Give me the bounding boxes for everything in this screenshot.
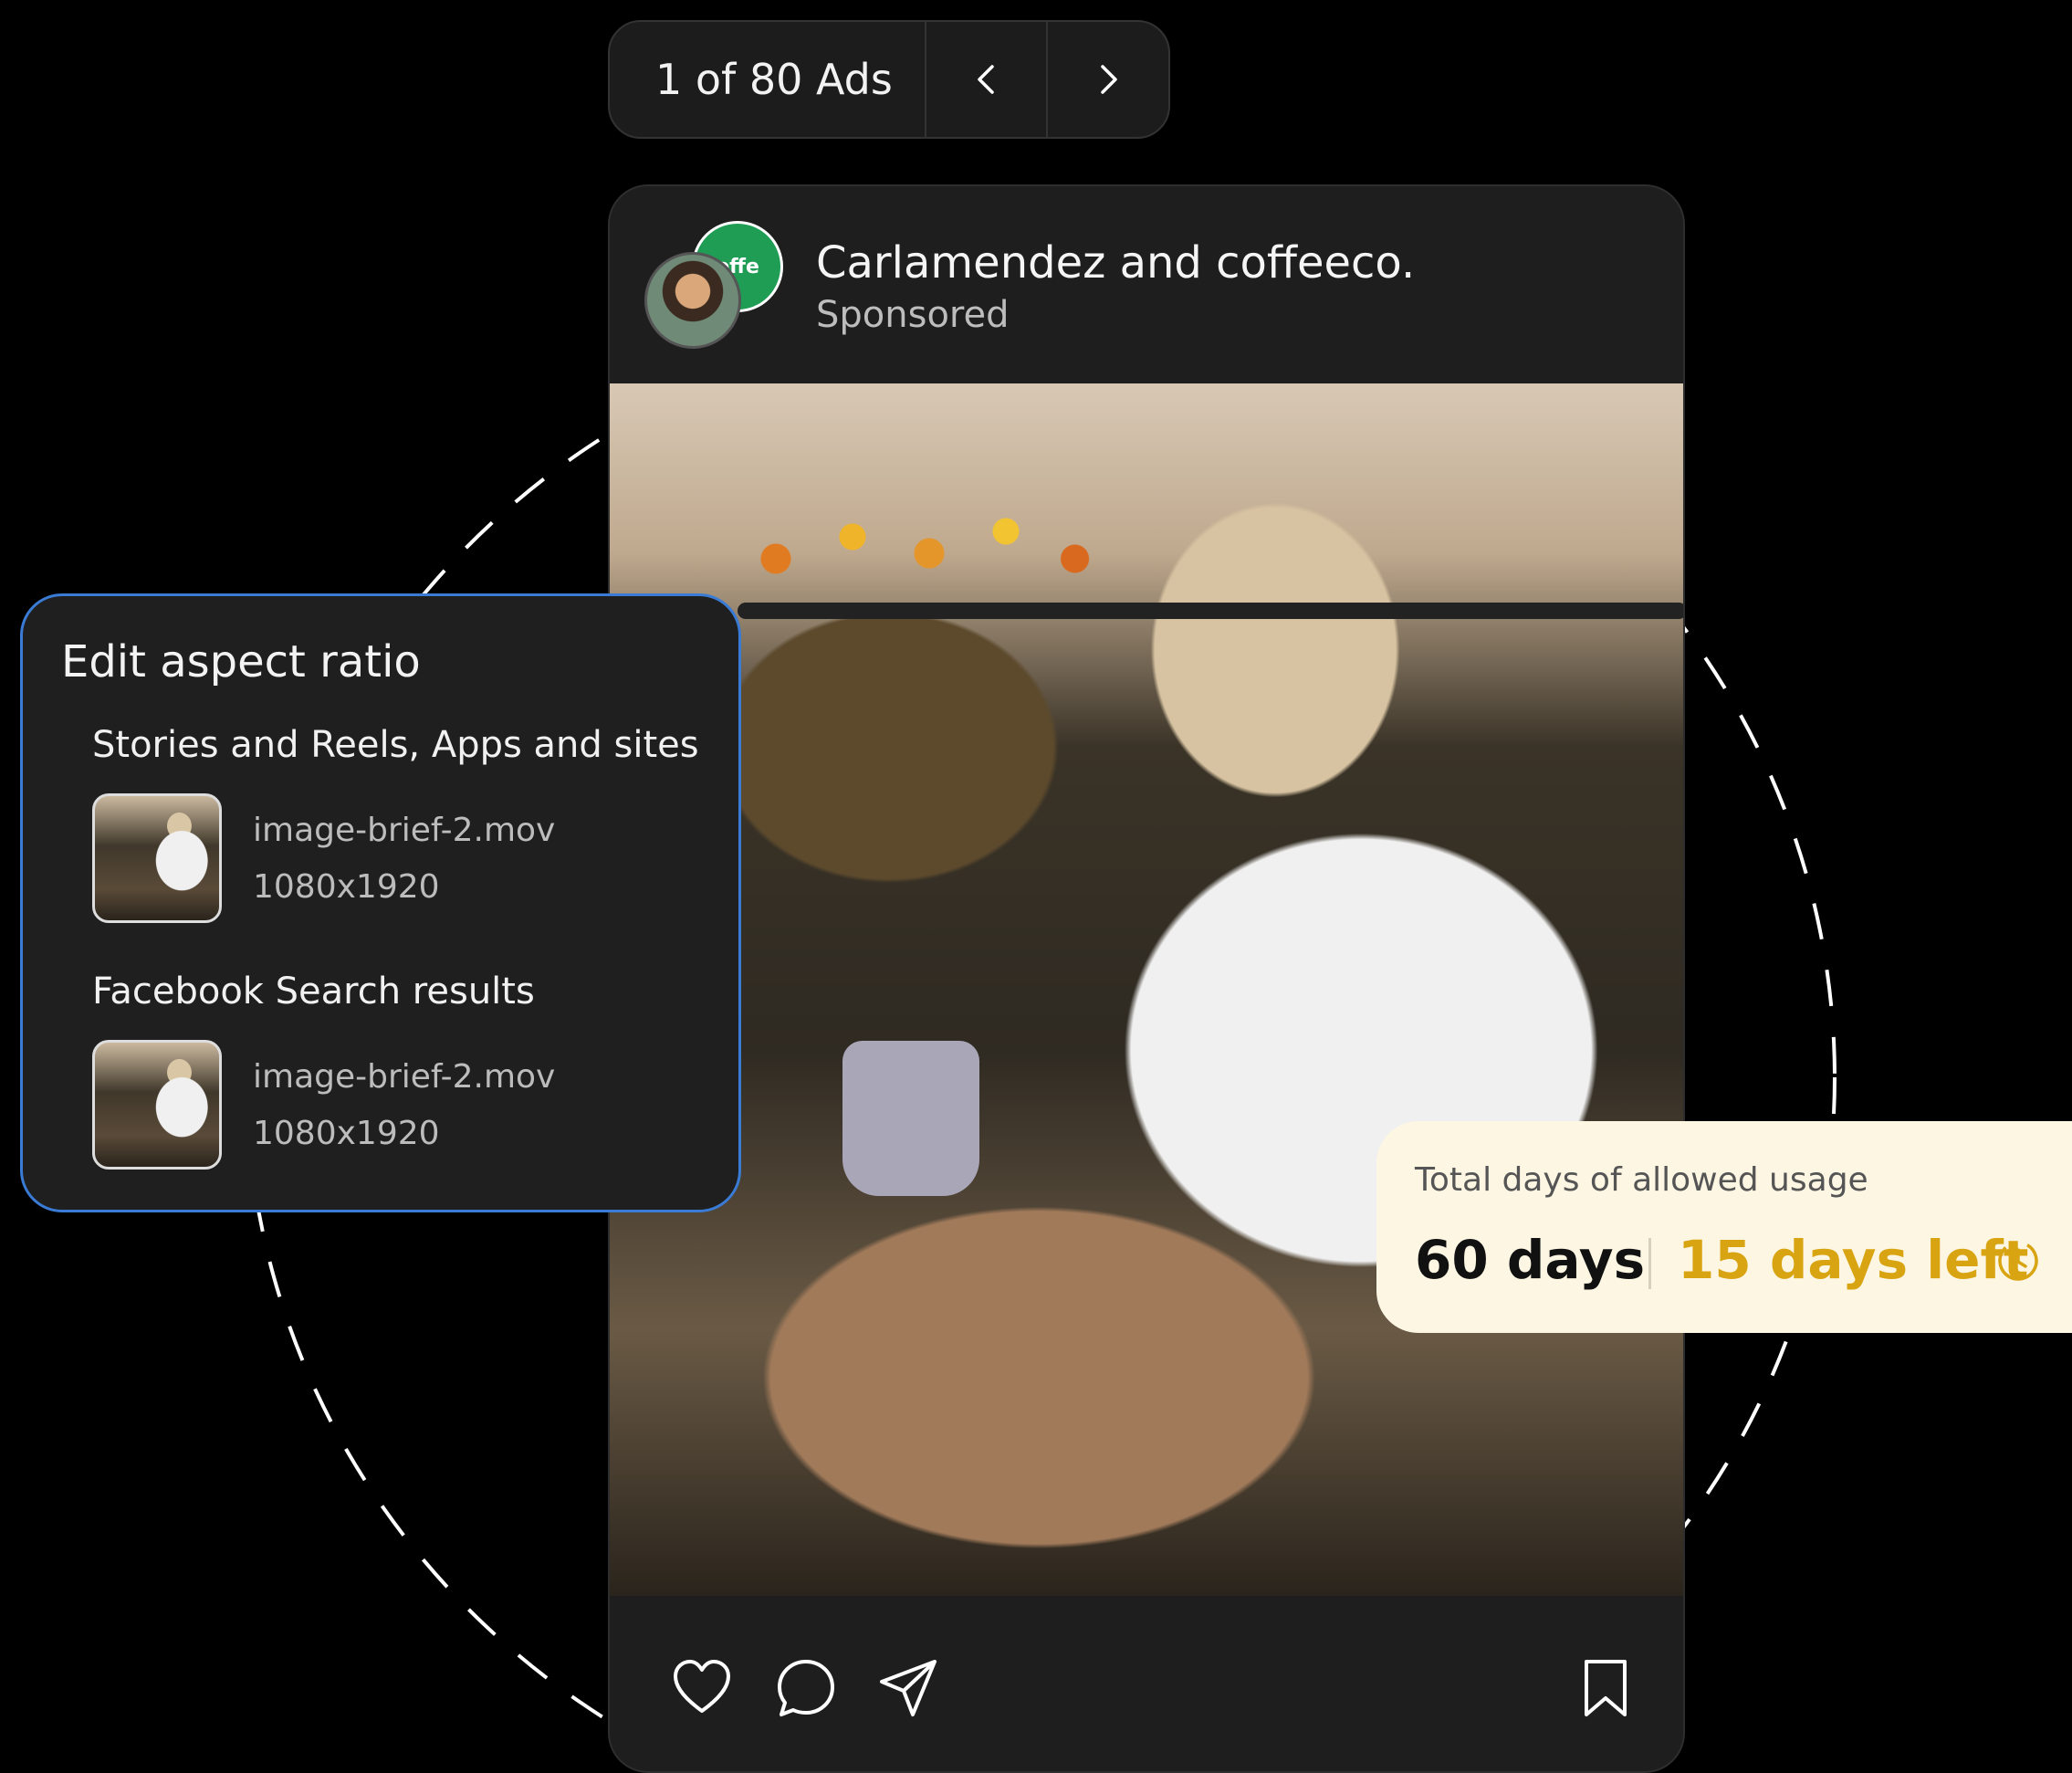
file-dimensions: 1080x1920 [253,1115,440,1152]
comment-button[interactable] [774,1656,838,1720]
share-button[interactable] [876,1656,940,1720]
ad-post-card: offe Carlamendez and coffeeco. Sponsored [608,184,1685,1773]
section-title-stories: Stories and Reels, Apps and sites [92,724,699,766]
media-thumbnail[interactable] [92,793,222,923]
edit-aspect-ratio-panel: Edit aspect ratio Stories and Reels, App… [20,593,741,1212]
section-title-search: Facebook Search results [92,970,535,1012]
chevron-left-icon [977,65,994,94]
like-button[interactable] [670,1656,734,1720]
clock-icon [1998,1241,2038,1281]
total-days: 60 days [1415,1229,1646,1291]
panel-title: Edit aspect ratio [61,636,421,687]
days-remaining: 15 days left [1678,1229,2029,1291]
flower-box-decoration [738,493,1121,603]
usage-card: Total days of allowed usage 60 days 15 d… [1376,1121,2072,1333]
heart-icon [674,1660,730,1713]
user-avatar[interactable] [644,252,741,349]
share-icon [880,1660,937,1716]
comment-icon [778,1660,834,1716]
chevron-right-icon [1101,65,1117,94]
sponsored-label: Sponsored [816,294,1010,336]
coffee-cup-decoration [842,1041,979,1196]
post-actions [610,1592,1683,1771]
bookmark-icon [1585,1660,1627,1716]
ad-count-label: 1 of 80 Ads [655,55,893,104]
previous-ad-button[interactable] [924,22,1047,137]
railing-decoration [738,603,1683,619]
save-button[interactable] [1574,1656,1638,1720]
post-title: Carlamendez and coffeeco. [816,237,1416,289]
file-name: image-brief-2.mov [253,812,556,849]
media-thumbnail[interactable] [92,1040,222,1170]
file-dimensions: 1080x1920 [253,868,440,906]
ad-pager: 1 of 80 Ads [608,20,1170,139]
post-header: offe Carlamendez and coffeeco. Sponsored [610,186,1683,383]
ad-image [610,383,1683,1596]
usage-label: Total days of allowed usage [1415,1161,1868,1199]
file-name: image-brief-2.mov [253,1058,556,1096]
next-ad-button[interactable] [1046,22,1168,137]
divider [1648,1238,1651,1289]
